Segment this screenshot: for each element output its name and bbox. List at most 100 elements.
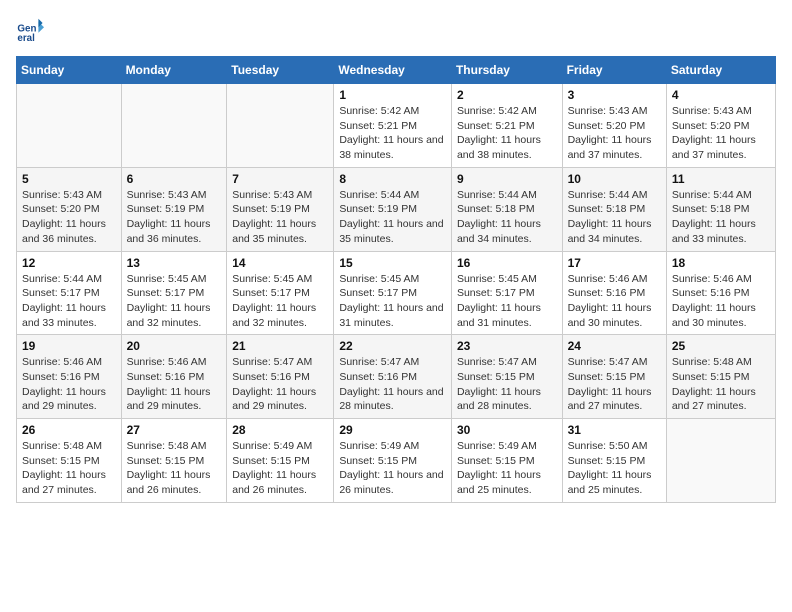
day-info: Sunrise: 5:46 AMSunset: 5:16 PMDaylight:… [22,355,116,414]
day-info: Sunrise: 5:45 AMSunset: 5:17 PMDaylight:… [127,272,222,331]
day-number: 13 [127,256,222,270]
day-number: 20 [127,339,222,353]
day-number: 8 [339,172,446,186]
calendar-cell: 5Sunrise: 5:43 AMSunset: 5:20 PMDaylight… [17,167,122,251]
calendar-cell: 24 Sunrise: 5:47 AMSunset: 5:15 PMDayligh… [562,335,666,419]
day-number: 30 [457,423,557,437]
day-info: Sunrise: 5:42 AMSunset: 5:21 PMDaylight:… [457,104,557,163]
day-number: 2 [457,88,557,102]
day-number: 22 [339,339,446,353]
calendar-cell: 4 Sunrise: 5:43 AMSunset: 5:20 PMDaylight… [666,84,775,168]
day-number: 12 [22,256,116,270]
day-number: 29 [339,423,446,437]
logo-icon: Gen eral [16,16,44,44]
calendar-cell: 3Sunrise: 5:43 AMSunset: 5:20 PMDaylight… [562,84,666,168]
day-info: Sunrise: 5:43 AMSunset: 5:20 PMDaylight:… [22,188,116,247]
day-info: Sunrise: 5:47 AMSunset: 5:16 PMDaylight:… [339,355,446,414]
day-number: 19 [22,339,116,353]
day-info: Sunrise: 5:50 AMSunset: 5:15 PMDaylight:… [568,439,661,498]
day-number: 27 [127,423,222,437]
calendar-cell: 10 Sunrise: 5:44 AMSunset: 5:18 PMDayligh… [562,167,666,251]
day-number: 23 [457,339,557,353]
day-info: Sunrise: 5:46 AMSunset: 5:16 PMDaylight:… [568,272,661,331]
calendar-cell: 26 Sunrise: 5:48 AMSunset: 5:15 PMDayligh… [17,419,122,503]
weekday-header: Monday [121,57,227,84]
calendar-cell: 30 Sunrise: 5:49 AMSunset: 5:15 PMDayligh… [451,419,562,503]
weekday-header: Tuesday [227,57,334,84]
calendar-cell: 27 Sunrise: 5:48 AMSunset: 5:15 PMDayligh… [121,419,227,503]
calendar-cell: 29 Sunrise: 5:49 AMSunset: 5:15 PMDayligh… [334,419,452,503]
weekday-header-row: SundayMondayTuesdayWednesdayThursdayFrid… [17,57,776,84]
calendar-cell: 13 Sunrise: 5:45 AMSunset: 5:17 PMDayligh… [121,251,227,335]
calendar-cell: 12Sunrise: 5:44 AMSunset: 5:17 PMDayligh… [17,251,122,335]
calendar-cell: 1Sunrise: 5:42 AMSunset: 5:21 PMDaylight… [334,84,452,168]
weekday-header: Saturday [666,57,775,84]
calendar-cell [17,84,122,168]
day-number: 3 [568,88,661,102]
day-number: 16 [457,256,557,270]
day-info: Sunrise: 5:47 AMSunset: 5:16 PMDaylight:… [232,355,328,414]
calendar-cell: 22 Sunrise: 5:47 AMSunset: 5:16 PMDayligh… [334,335,452,419]
weekday-header: Thursday [451,57,562,84]
day-number: 7 [232,172,328,186]
day-info: Sunrise: 5:44 AMSunset: 5:18 PMDaylight:… [457,188,557,247]
day-number: 9 [457,172,557,186]
day-info: Sunrise: 5:48 AMSunset: 5:15 PMDaylight:… [127,439,222,498]
day-info: Sunrise: 5:43 AMSunset: 5:19 PMDaylight:… [127,188,222,247]
calendar-cell: 25 Sunrise: 5:48 AMSunset: 5:15 PMDayligh… [666,335,775,419]
day-number: 6 [127,172,222,186]
day-info: Sunrise: 5:42 AMSunset: 5:21 PMDaylight:… [339,104,446,163]
calendar-cell: 11 Sunrise: 5:44 AMSunset: 5:18 PMDayligh… [666,167,775,251]
day-info: Sunrise: 5:47 AMSunset: 5:15 PMDaylight:… [568,355,661,414]
day-info: Sunrise: 5:48 AMSunset: 5:15 PMDaylight:… [22,439,116,498]
calendar-cell: 16 Sunrise: 5:45 AMSunset: 5:17 PMDayligh… [451,251,562,335]
weekday-header: Sunday [17,57,122,84]
day-info: Sunrise: 5:49 AMSunset: 5:15 PMDaylight:… [457,439,557,498]
day-number: 4 [672,88,770,102]
day-info: Sunrise: 5:48 AMSunset: 5:15 PMDaylight:… [672,355,770,414]
calendar-cell: 2 Sunrise: 5:42 AMSunset: 5:21 PMDaylight… [451,84,562,168]
day-number: 25 [672,339,770,353]
day-number: 21 [232,339,328,353]
day-number: 26 [22,423,116,437]
day-number: 18 [672,256,770,270]
calendar-cell [227,84,334,168]
calendar-table: SundayMondayTuesdayWednesdayThursdayFrid… [16,56,776,503]
day-info: Sunrise: 5:49 AMSunset: 5:15 PMDaylight:… [339,439,446,498]
calendar-cell: 28Sunrise: 5:49 AMSunset: 5:15 PMDayligh… [227,419,334,503]
calendar-cell: 19 Sunrise: 5:46 AMSunset: 5:16 PMDayligh… [17,335,122,419]
page-header: Gen eral [16,16,776,44]
day-info: Sunrise: 5:47 AMSunset: 5:15 PMDaylight:… [457,355,557,414]
day-info: Sunrise: 5:43 AMSunset: 5:20 PMDaylight:… [672,104,770,163]
day-number: 24 [568,339,661,353]
calendar-cell: 6 Sunrise: 5:43 AMSunset: 5:19 PMDaylight… [121,167,227,251]
day-info: Sunrise: 5:45 AMSunset: 5:17 PMDaylight:… [232,272,328,331]
calendar-cell: 21 Sunrise: 5:47 AMSunset: 5:16 PMDayligh… [227,335,334,419]
calendar-week-row: 5Sunrise: 5:43 AMSunset: 5:20 PMDaylight… [17,167,776,251]
day-info: Sunrise: 5:43 AMSunset: 5:19 PMDaylight:… [232,188,328,247]
calendar-cell: 8 Sunrise: 5:44 AMSunset: 5:19 PMDaylight… [334,167,452,251]
day-info: Sunrise: 5:49 AMSunset: 5:15 PMDaylight:… [232,439,328,498]
day-info: Sunrise: 5:44 AMSunset: 5:18 PMDaylight:… [672,188,770,247]
calendar-cell: 20 Sunrise: 5:46 AMSunset: 5:16 PMDayligh… [121,335,227,419]
day-info: Sunrise: 5:45 AMSunset: 5:17 PMDaylight:… [339,272,446,331]
calendar-week-row: 19 Sunrise: 5:46 AMSunset: 5:16 PMDayligh… [17,335,776,419]
calendar-cell [121,84,227,168]
calendar-cell: 9 Sunrise: 5:44 AMSunset: 5:18 PMDaylight… [451,167,562,251]
day-number: 10 [568,172,661,186]
calendar-week-row: 26 Sunrise: 5:48 AMSunset: 5:15 PMDayligh… [17,419,776,503]
calendar-cell: 18Sunrise: 5:46 AMSunset: 5:16 PMDayligh… [666,251,775,335]
day-info: Sunrise: 5:45 AMSunset: 5:17 PMDaylight:… [457,272,557,331]
calendar-cell: 17Sunrise: 5:46 AMSunset: 5:16 PMDayligh… [562,251,666,335]
calendar-cell: 14 Sunrise: 5:45 AMSunset: 5:17 PMDayligh… [227,251,334,335]
weekday-header: Wednesday [334,57,452,84]
day-number: 14 [232,256,328,270]
calendar-cell [666,419,775,503]
day-number: 15 [339,256,446,270]
calendar-week-row: 1Sunrise: 5:42 AMSunset: 5:21 PMDaylight… [17,84,776,168]
day-info: Sunrise: 5:46 AMSunset: 5:16 PMDaylight:… [127,355,222,414]
day-info: Sunrise: 5:44 AMSunset: 5:18 PMDaylight:… [568,188,661,247]
day-number: 11 [672,172,770,186]
day-info: Sunrise: 5:44 AMSunset: 5:19 PMDaylight:… [339,188,446,247]
day-number: 31 [568,423,661,437]
